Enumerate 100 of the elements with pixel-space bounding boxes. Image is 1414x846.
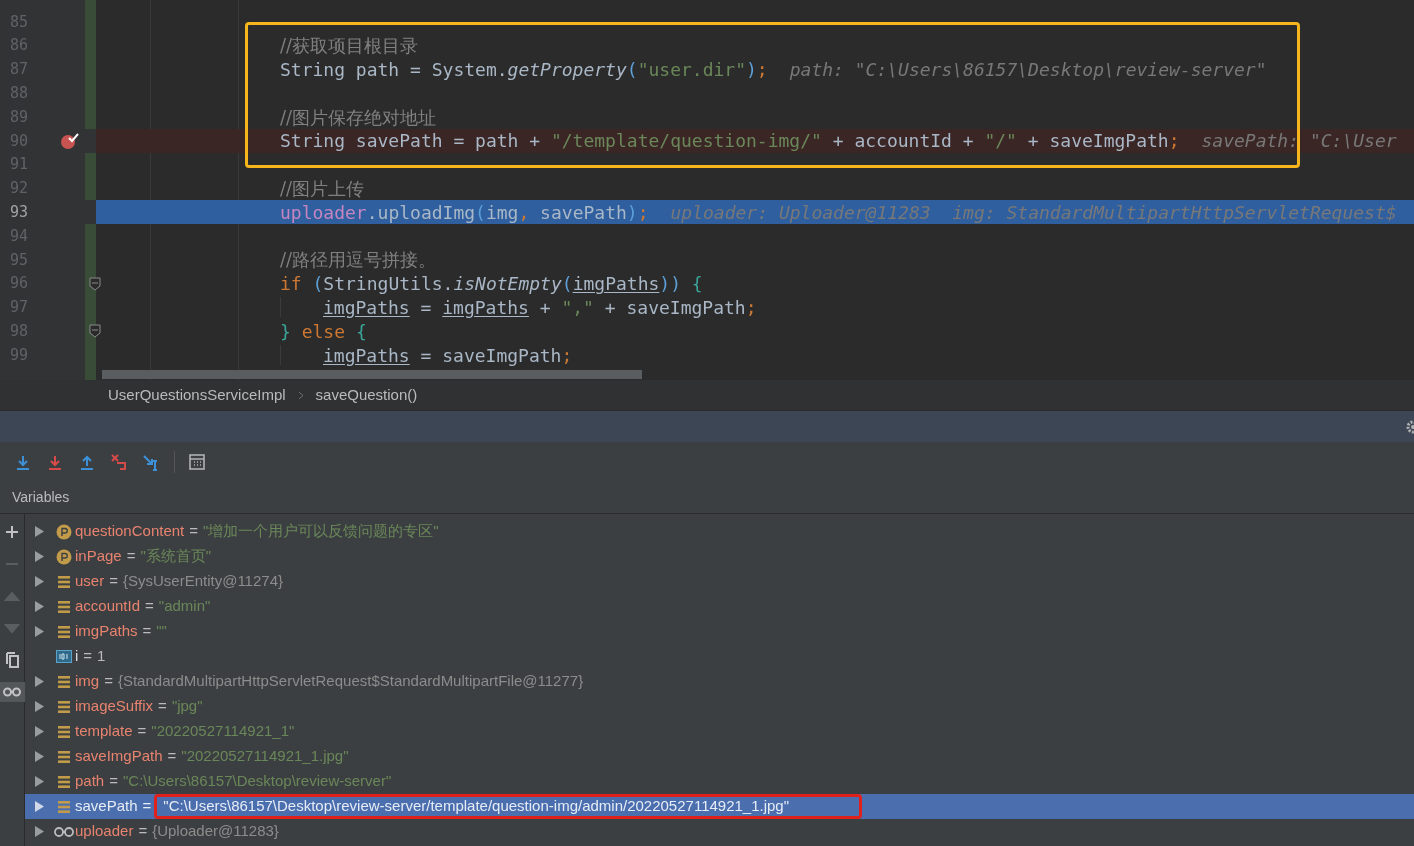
step-into-icon[interactable] bbox=[46, 453, 64, 471]
variable-value: "20220527114921_1.jpg" bbox=[181, 746, 349, 767]
code-token: imgPaths bbox=[572, 272, 660, 297]
equals-sign: = bbox=[158, 696, 167, 717]
variable-name: user bbox=[75, 571, 105, 592]
drop-frame-icon[interactable] bbox=[110, 453, 128, 471]
expand-arrow-icon[interactable] bbox=[34, 676, 44, 687]
equals-sign: = bbox=[167, 746, 177, 767]
glasses-button[interactable] bbox=[0, 682, 25, 702]
variable-row[interactable]: uploader = {Uploader@11283} bbox=[25, 819, 1414, 844]
variable-value: "jpg" bbox=[171, 696, 203, 717]
variable-row[interactable]: savePath = "C:\Users\86157\Desktop\review-server/template/question-img/admin/20220527114921_1.jpg" bbox=[25, 794, 1414, 819]
variable-row[interactable]: imgPaths = "" bbox=[25, 619, 1414, 644]
field-icon bbox=[57, 699, 71, 714]
variable-name: imgPaths bbox=[75, 621, 138, 642]
fold-icon[interactable] bbox=[89, 276, 101, 291]
code-token: ; bbox=[1168, 129, 1180, 154]
calculator-icon[interactable] bbox=[189, 454, 205, 470]
code-token: ; bbox=[745, 295, 757, 320]
breadcrumb-item[interactable]: saveQuestion() bbox=[315, 383, 418, 407]
expand-arrow-icon[interactable] bbox=[34, 551, 44, 562]
glasses-icon bbox=[3, 687, 21, 697]
code-token: getProperty bbox=[507, 58, 627, 82]
variable-value: {Uploader@11283} bbox=[152, 821, 279, 842]
parameter-icon bbox=[56, 523, 72, 540]
code-token: = bbox=[419, 295, 433, 320]
code-token: + saveImgPath bbox=[1026, 129, 1169, 154]
expand-arrow-icon[interactable] bbox=[34, 826, 44, 837]
code-token: ( bbox=[561, 272, 573, 297]
variable-row[interactable]: path = "C:\Users\86157\Desktop\review-server" bbox=[25, 769, 1414, 794]
variable-row[interactable]: template = "20220527114921_1" bbox=[25, 719, 1414, 744]
equals-sign: = bbox=[104, 671, 113, 692]
variable-name: uploader bbox=[75, 821, 134, 842]
variable-value: "C:\Users\86157\Desktop\review-server/template/question-img/admin/20220527114921_1.jpg" bbox=[163, 796, 790, 817]
equals-sign: = bbox=[189, 521, 198, 542]
code-token: imgPaths bbox=[323, 343, 410, 368]
code-token: StringUtils. bbox=[323, 272, 454, 297]
code-token: ; bbox=[561, 343, 573, 368]
inline-value-hint: path: "C:\Users\86157\Desktop\review-server" bbox=[789, 58, 1267, 82]
equals-sign: = bbox=[142, 796, 152, 817]
expand-arrow-icon[interactable] bbox=[34, 751, 44, 762]
variable-name: template bbox=[75, 721, 133, 742]
expand-arrow-icon[interactable] bbox=[34, 626, 44, 637]
variable-row[interactable]: imageSuffix = "jpg" bbox=[25, 694, 1414, 719]
breakpoint-icon[interactable] bbox=[59, 132, 79, 150]
code-token: ; bbox=[637, 200, 649, 225]
code-token: String path = System. bbox=[280, 58, 508, 82]
code-token: "/template/question-img/" bbox=[550, 129, 822, 154]
parameter-icon bbox=[56, 548, 72, 565]
code-token: ) bbox=[626, 200, 638, 225]
step-out-icon[interactable] bbox=[78, 453, 96, 471]
variable-row[interactable]: i = 1 bbox=[25, 644, 1414, 669]
code-token: , bbox=[518, 200, 530, 225]
field-icon bbox=[57, 799, 71, 814]
add-icon bbox=[5, 525, 19, 539]
field-icon bbox=[57, 624, 71, 639]
variable-row[interactable]: saveImgPath = "20220527114921_1.jpg" bbox=[25, 744, 1414, 769]
step-over-icon[interactable] bbox=[14, 453, 32, 471]
field-icon bbox=[57, 724, 71, 739]
variable-value: "20220527114921_1" bbox=[151, 721, 295, 742]
line-number: 93 bbox=[10, 202, 29, 223]
field-icon bbox=[57, 674, 71, 689]
code-token: //路径用逗号拼接。 bbox=[280, 248, 437, 273]
variables-tab[interactable]: Variables bbox=[12, 487, 70, 508]
code-token: img bbox=[485, 200, 519, 225]
field-icon bbox=[57, 774, 71, 789]
variable-value: "系统首页" bbox=[140, 546, 212, 567]
code-token: if bbox=[280, 272, 303, 297]
expand-arrow-icon[interactable] bbox=[34, 726, 44, 737]
field-icon bbox=[57, 749, 71, 764]
down-icon bbox=[5, 623, 19, 633]
equals-sign: = bbox=[109, 771, 118, 792]
field-icon bbox=[57, 574, 71, 589]
expand-arrow-icon[interactable] bbox=[34, 801, 44, 812]
code-token: ( bbox=[626, 58, 638, 82]
run-to-cursor-icon[interactable] bbox=[142, 453, 160, 471]
breadcrumb-item[interactable]: UserQuestionsServiceImpl bbox=[108, 383, 286, 407]
variable-row[interactable]: user = {SysUserEntity@11274} bbox=[25, 569, 1414, 594]
variable-row[interactable]: img = {StandardMultipartHttpServletRequest$StandardMultipartFile@11277} bbox=[25, 669, 1414, 694]
code-token: else bbox=[300, 319, 347, 344]
variable-name: accountId bbox=[75, 596, 141, 617]
chevron-icon bbox=[297, 390, 304, 400]
horizontal-scrollbar[interactable] bbox=[102, 370, 642, 379]
variable-value: "admin" bbox=[158, 596, 211, 617]
expand-arrow-icon[interactable] bbox=[34, 576, 44, 587]
code-token: imgPaths bbox=[442, 295, 529, 320]
code-editor[interactable] bbox=[0, 0, 1414, 380]
fold-icon[interactable] bbox=[89, 324, 101, 339]
equals-sign: = bbox=[142, 621, 152, 642]
expand-arrow-icon[interactable] bbox=[34, 526, 44, 537]
expand-arrow-icon[interactable] bbox=[34, 776, 44, 787]
copy-icon bbox=[4, 652, 20, 668]
variable-row[interactable]: inPage = "系统首页" bbox=[25, 544, 1414, 569]
variable-row[interactable]: accountId = "admin" bbox=[25, 594, 1414, 619]
code-token: ; bbox=[756, 58, 768, 82]
expand-arrow-icon[interactable] bbox=[34, 601, 44, 612]
field-icon bbox=[57, 599, 71, 614]
code-token: "user.dir" bbox=[637, 58, 746, 82]
code-token: } bbox=[280, 319, 291, 344]
expand-arrow-icon[interactable] bbox=[34, 701, 44, 712]
